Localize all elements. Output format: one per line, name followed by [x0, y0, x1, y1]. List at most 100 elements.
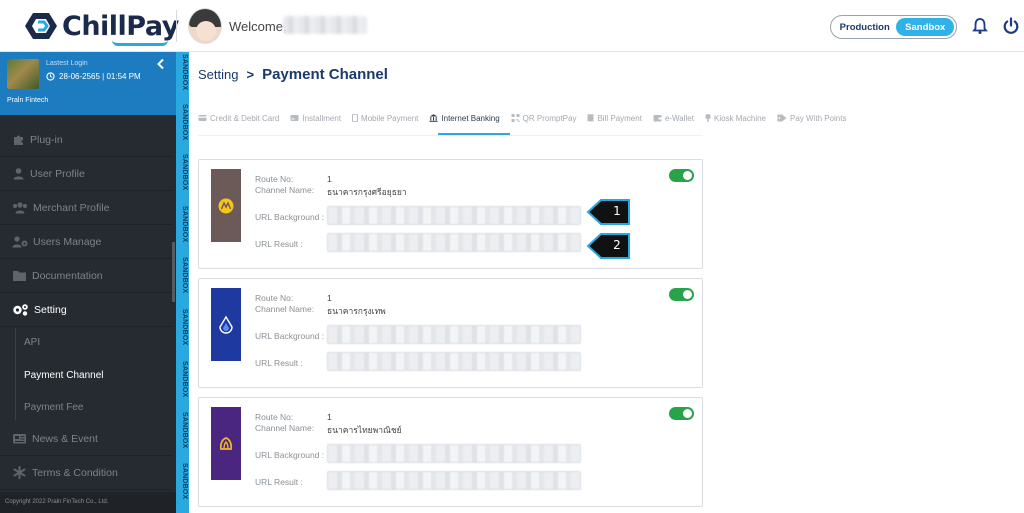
url-result-input[interactable]: [327, 233, 581, 252]
payment-type-tabs: Credit & Debit Card Installment Mobile P…: [198, 109, 857, 135]
puzzle-icon: [12, 133, 25, 146]
sidebar-item-news-event[interactable]: News & Event: [0, 422, 172, 456]
welcome-text: Welcome,: [229, 19, 287, 34]
folder-icon: [12, 269, 27, 282]
tab-label: Pay With Points: [790, 113, 847, 123]
user-icon: [12, 167, 25, 180]
sidebar-item-label: User Profile: [30, 167, 85, 180]
channel-name-label: Channel Name:: [255, 304, 315, 314]
sidebar-item-merchant-profile[interactable]: Merchant Profile: [0, 191, 172, 225]
tab-qr-promptpay[interactable]: QR PromptPay: [511, 109, 588, 127]
url-result-input[interactable]: [327, 471, 581, 490]
brand-name: ChillPay: [62, 10, 179, 42]
sidebar-item-terms-condition[interactable]: Terms & Condition: [0, 456, 172, 490]
merchant-thumbnail: [7, 59, 39, 89]
route-no-label: Route No:: [255, 412, 294, 422]
sandbox-label: SANDBOX: [181, 206, 188, 243]
sidebar-item-user-profile[interactable]: User Profile: [0, 157, 172, 191]
url-result-input[interactable]: [327, 352, 581, 371]
environment-toggle[interactable]: Production Sandbox: [830, 15, 957, 39]
merchant-name: Praln Fintech: [7, 97, 49, 104]
krungsri-logo-icon: [211, 169, 241, 242]
sidebar-item-label: Terms & Condition: [32, 466, 118, 479]
tab-label: Internet Banking: [441, 113, 500, 123]
avatar[interactable]: [188, 8, 222, 44]
sidebar-item-label: Documentation: [32, 269, 103, 282]
clock-icon: [46, 72, 55, 81]
bill-icon: [587, 114, 594, 122]
channel-card-scb: Route No: 1 Channel Name: ธนาคารไทยพาณิช…: [198, 397, 703, 507]
gears-icon: [12, 303, 29, 316]
sandbox-label: SANDBOX: [181, 54, 188, 91]
sidebar-item-users-manage[interactable]: Users Manage: [0, 225, 172, 259]
url-result-label: URL Result :: [255, 477, 303, 487]
tab-credit-debit-card[interactable]: Credit & Debit Card: [198, 109, 290, 127]
submenu-line: [15, 328, 16, 420]
bank-icon: [429, 114, 438, 122]
sidebar-item-documentation[interactable]: Documentation: [0, 259, 172, 293]
chillpay-logo[interactable]: ChillPay: [24, 10, 179, 46]
url-background-input[interactable]: [327, 206, 581, 225]
route-no-label: Route No:: [255, 293, 294, 303]
sandbox-label: SANDBOX: [181, 463, 188, 500]
sandbox-strip: SANDBOX SANDBOX SANDBOX SANDBOX SANDBOX …: [176, 52, 189, 513]
url-background-input[interactable]: [327, 444, 581, 463]
url-background-label: URL Background :: [255, 331, 325, 341]
channel-enable-toggle[interactable]: [669, 288, 694, 301]
env-production-option[interactable]: Production: [833, 22, 896, 33]
sidebar-item-label: Users Manage: [33, 235, 102, 248]
sidebar-item-setting[interactable]: Setting: [0, 293, 172, 327]
tab-label: Installment: [302, 113, 342, 123]
profile-panel: Lastest Login 28-06-2565 | 01:54 PM Pral…: [0, 52, 176, 115]
channel-enable-toggle[interactable]: [669, 169, 694, 182]
asterisk-icon: [12, 466, 27, 479]
tab-label: Bill Payment: [597, 113, 642, 123]
tab-internet-banking[interactable]: Internet Banking: [429, 109, 510, 127]
sidebar: Lastest Login 28-06-2565 | 01:54 PM Pral…: [0, 52, 176, 513]
kiosk-icon: [705, 114, 711, 122]
sidebar-subitem-api[interactable]: API: [24, 337, 40, 348]
collapse-sidebar-icon[interactable]: [155, 57, 167, 70]
breadcrumb-setting[interactable]: Setting: [198, 67, 238, 82]
callout-number: 1: [613, 204, 621, 218]
channel-name-value: ธนาคารกรุงศรีอยุธยา: [327, 187, 407, 197]
sidebar-item-label: News & Event: [32, 432, 98, 445]
sidebar-item-label: Setting: [34, 303, 67, 316]
route-no-value: 1: [327, 293, 332, 303]
logo-swoosh: [112, 40, 168, 46]
sidebar-item-label: Merchant Profile: [33, 201, 110, 214]
channel-enable-toggle[interactable]: [669, 407, 694, 420]
url-result-label: URL Result :: [255, 239, 303, 249]
tab-label: e-Wallet: [664, 113, 694, 123]
tab-pay-with-points[interactable]: Pay With Points: [777, 109, 857, 127]
tab-mobile-payment[interactable]: Mobile Payment: [352, 109, 429, 127]
tab-label: Kiosk Machine: [713, 113, 767, 123]
sandbox-label: SANDBOX: [181, 412, 188, 449]
sandbox-label: SANDBOX: [181, 309, 188, 346]
users-icon: [12, 201, 28, 214]
sidebar-item-plugin[interactable]: Plug-in: [0, 123, 172, 157]
sandbox-label: SANDBOX: [181, 154, 188, 191]
tab-installment[interactable]: Installment: [290, 109, 352, 127]
redacted-username: [283, 16, 367, 34]
newspaper-icon: [12, 432, 27, 445]
callout-marker-1: 1: [586, 198, 631, 226]
callout-number: 2: [613, 238, 621, 252]
tab-bill-payment[interactable]: Bill Payment: [587, 109, 652, 127]
bangkok-bank-logo-icon: [211, 288, 241, 361]
sidebar-subitem-payment-fee[interactable]: Payment Fee: [24, 402, 83, 413]
url-result-label: URL Result :: [255, 358, 303, 368]
tab-kiosk-machine[interactable]: Kiosk Machine: [705, 109, 777, 127]
power-icon[interactable]: [1002, 17, 1020, 35]
route-no-label: Route No:: [255, 174, 294, 184]
url-background-input[interactable]: [327, 325, 581, 344]
sidebar-subitem-payment-channel[interactable]: Payment Channel: [24, 370, 104, 381]
env-sandbox-option[interactable]: Sandbox: [896, 18, 954, 36]
last-login-label: Lastest Login: [46, 60, 88, 67]
tag-icon: [777, 114, 787, 122]
sidebar-scrollbar[interactable]: [172, 242, 175, 302]
tab-e-wallet[interactable]: e-Wallet: [653, 109, 705, 127]
header-divider: [176, 10, 177, 42]
route-no-value: 1: [327, 174, 332, 184]
bell-icon[interactable]: [971, 17, 989, 35]
